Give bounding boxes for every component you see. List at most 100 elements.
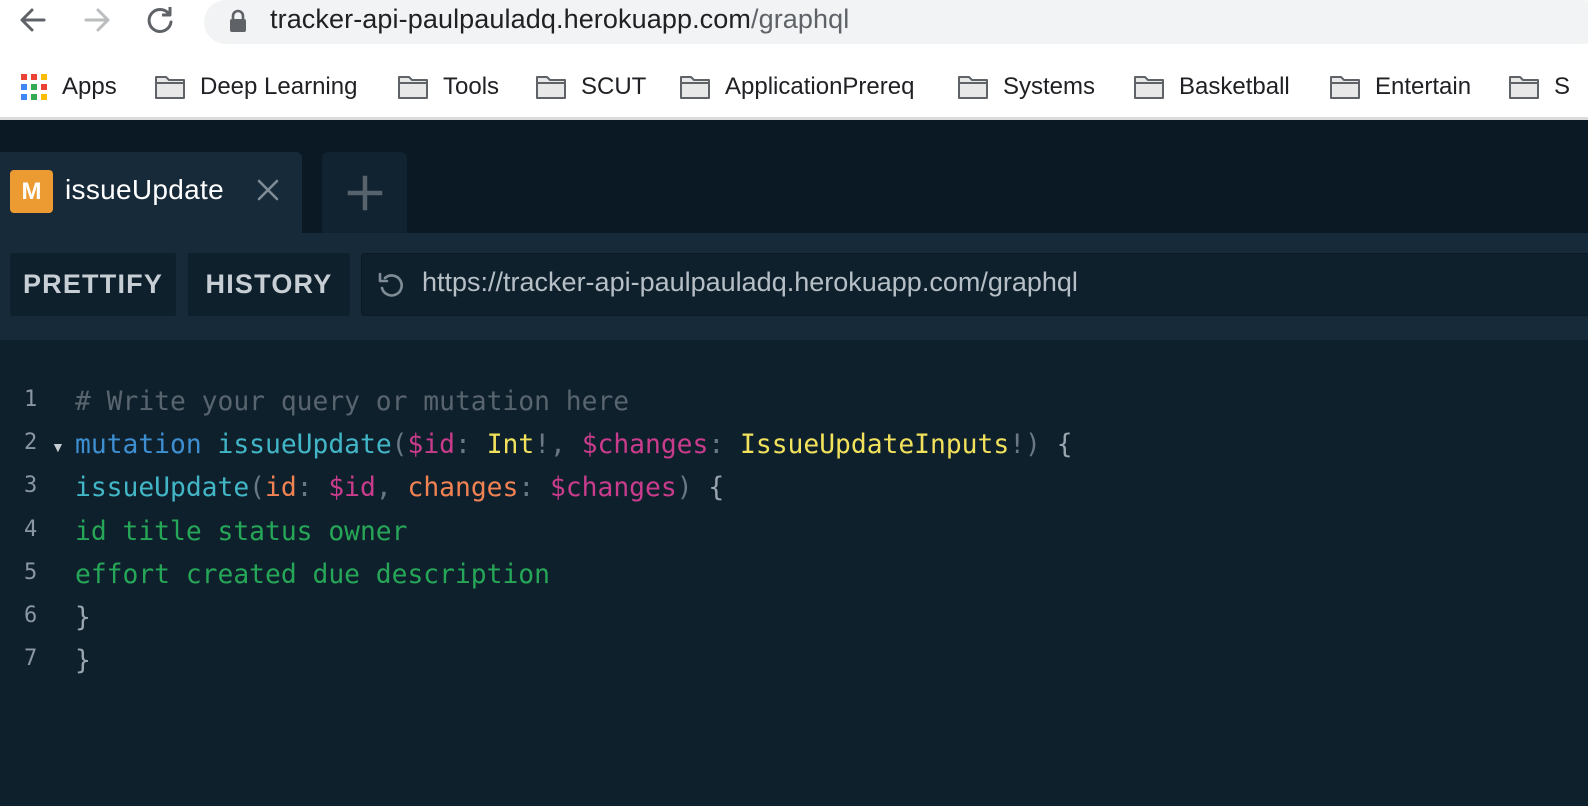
code-token: effort created due description	[75, 560, 550, 590]
code-line: 2 ▼ mutation issueUpdate($id: Int!, $cha…	[0, 430, 1588, 470]
query-editor[interactable]: 1 # Write your query or mutation here 2 …	[0, 340, 1588, 806]
line-number: 2	[24, 430, 38, 455]
bookmark-label: Deep Learning	[200, 73, 358, 100]
code-token: issueUpdate	[75, 473, 250, 503]
code-token: !)	[1009, 430, 1057, 460]
bookmark-label: Systems	[1003, 73, 1096, 100]
tab-bar: M issueUpdate	[0, 120, 1588, 233]
code-line: 1 # Write your query or mutation here	[0, 387, 1588, 427]
code-line: 5 effort created due description	[0, 560, 1588, 600]
code-token: (	[391, 430, 408, 460]
folder-icon	[398, 76, 428, 99]
bookmark-label: Basketball	[1179, 73, 1290, 100]
editor-toolbar: PRETTIFY HISTORY https://tracker-api-pau…	[0, 233, 1588, 340]
code-text: }	[75, 646, 91, 676]
folder-icon	[1509, 76, 1539, 99]
code-token: :	[455, 430, 487, 460]
line-number: 1	[24, 387, 38, 412]
apps-grid-icon	[21, 74, 47, 100]
bookmark-tools[interactable]: Tools	[397, 62, 499, 112]
code-token: (	[249, 473, 265, 503]
code-token: :	[296, 473, 329, 503]
line-number: 3	[24, 473, 38, 498]
code-token: !,	[534, 430, 582, 460]
fold-arrow-icon[interactable]: ▼	[51, 439, 65, 455]
bookmark-basketball[interactable]: Basketball	[1133, 62, 1290, 112]
tab-issueupdate[interactable]: M issueUpdate	[0, 152, 302, 233]
code-text: mutation issueUpdate($id: Int!, $changes…	[75, 430, 1073, 460]
bookmark-deep-learning[interactable]: Deep Learning	[154, 62, 357, 112]
url-host: tracker-api-paulpauladq.herokuapp.com	[270, 4, 751, 34]
code-token: :	[708, 430, 741, 460]
code-token: )	[676, 473, 709, 503]
code-token: $id	[328, 473, 376, 503]
code-token: id title status owner	[75, 517, 408, 547]
line-number: 6	[24, 603, 38, 628]
code-token: $changes	[550, 473, 677, 503]
plus-icon	[347, 175, 382, 210]
folder-icon	[958, 76, 988, 99]
folder-icon	[1134, 76, 1164, 99]
code-token: mutation	[75, 430, 202, 460]
code-token: IssueUpdateInputs	[740, 430, 1010, 460]
tab-title: issueUpdate	[65, 174, 224, 205]
bookmark-entertain[interactable]: Entertain	[1329, 62, 1471, 112]
refresh-schema-icon[interactable]	[376, 270, 406, 300]
code-token: $changes	[581, 430, 709, 460]
folder-icon	[680, 76, 710, 99]
arrow-right-icon	[84, 8, 110, 32]
code-token: # Write your query or mutation here	[75, 387, 630, 417]
close-icon[interactable]	[254, 176, 282, 204]
line-number: 4	[24, 517, 38, 542]
code-text: effort created due description	[75, 560, 550, 590]
code-token: $id	[407, 430, 456, 460]
code-token: :	[518, 473, 551, 503]
add-tab-button[interactable]	[322, 152, 407, 233]
endpoint-url: https://tracker-api-paulpauladq.herokuap…	[422, 267, 1078, 297]
reload-button[interactable]	[144, 4, 176, 36]
forward-button[interactable]	[81, 4, 113, 36]
code-token: id	[265, 473, 297, 503]
code-token: ,	[375, 473, 408, 503]
code-text: issueUpdate(id: $id, changes: $changes) …	[75, 473, 724, 503]
bookmark-label: S	[1554, 73, 1571, 100]
line-number: 5	[24, 560, 38, 585]
bookmark-label: Apps	[62, 73, 117, 100]
reload-icon	[147, 7, 173, 33]
lock-icon	[230, 9, 246, 32]
bookmark-label: ApplicationPrereq	[725, 73, 915, 100]
bookmark-label: Tools	[443, 73, 500, 100]
mutation-badge: M	[10, 170, 53, 213]
code-token: {	[708, 473, 725, 503]
url-path: /graphql	[751, 4, 850, 34]
code-token: }	[75, 646, 91, 676]
bookmark-label: Entertain	[1375, 73, 1472, 100]
back-button[interactable]	[17, 4, 49, 36]
folder-icon	[155, 76, 185, 99]
prettify-button[interactable]: PRETTIFY	[10, 253, 176, 316]
code-line: 3 issueUpdate(id: $id, changes: $changes…	[0, 473, 1588, 513]
address-url[interactable]: tracker-api-paulpauladq.herokuapp.com/gr…	[270, 4, 849, 35]
code-token: {	[1056, 430, 1073, 460]
bookmark-label: SCUT	[581, 73, 647, 100]
browser-toolbar: tracker-api-paulpauladq.herokuapp.com/gr…	[0, 0, 1588, 46]
history-button[interactable]: HISTORY	[188, 253, 350, 316]
bookmark-apps[interactable]: Apps	[20, 62, 117, 112]
graphql-playground: M issueUpdate PRETTIFY HISTORY https://t…	[0, 120, 1588, 806]
bookmark-scut[interactable]: SCUT	[535, 62, 646, 112]
code-line: 7 }	[0, 646, 1588, 686]
code-text: # Write your query or mutation here	[75, 387, 629, 417]
code-token: issueUpdate	[217, 430, 392, 460]
endpoint-input[interactable]: https://tracker-api-paulpauladq.herokuap…	[361, 253, 1588, 316]
code-token: changes	[407, 473, 519, 503]
bookmark-systems[interactable]: Systems	[957, 62, 1095, 112]
code-line: 4 id title status owner	[0, 517, 1588, 557]
arrow-left-icon	[20, 8, 46, 32]
code-token: }	[75, 603, 91, 633]
bookmark-applicationprereq[interactable]: ApplicationPrereq	[679, 62, 914, 112]
code-text: id title status owner	[75, 517, 407, 547]
folder-icon	[1330, 76, 1360, 99]
bookmark-s[interactable]: S	[1508, 62, 1570, 112]
line-number: 7	[24, 646, 38, 671]
